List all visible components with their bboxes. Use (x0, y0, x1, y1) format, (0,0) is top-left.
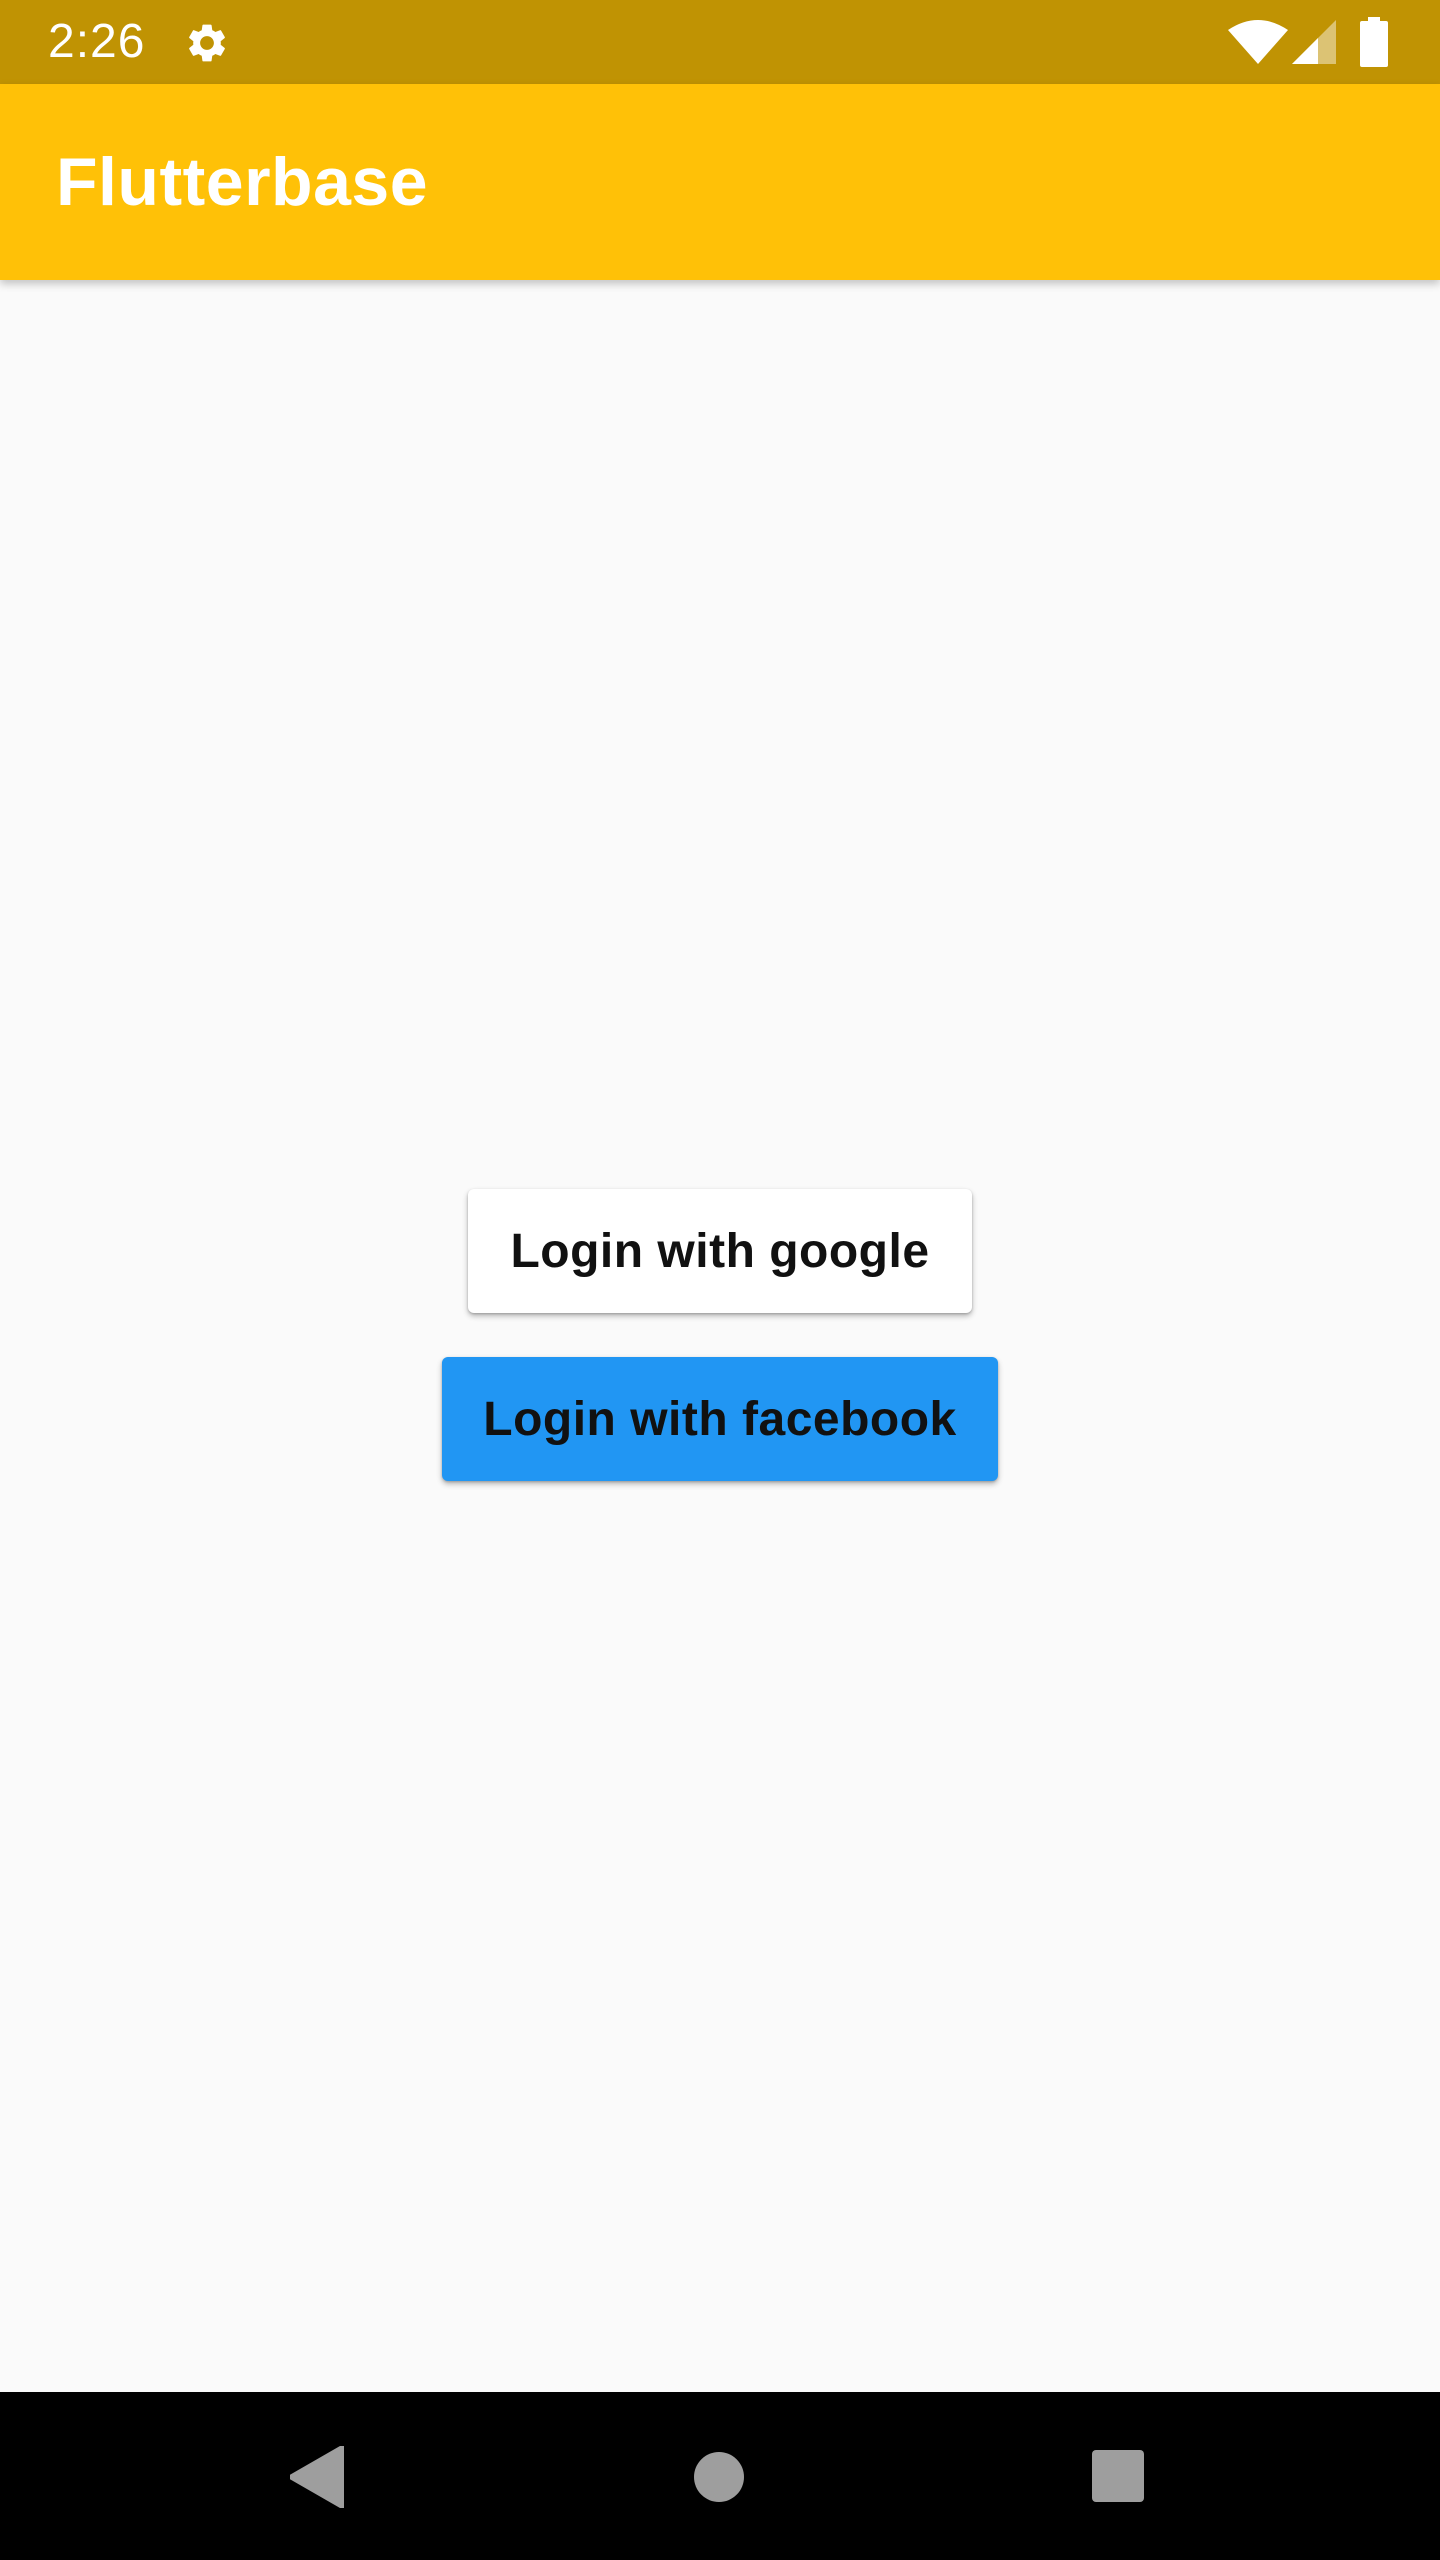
navigation-bar (0, 2392, 1440, 2560)
back-icon[interactable] (290, 2446, 344, 2508)
home-icon[interactable] (694, 2452, 744, 2502)
app-bar: Flutterbase (0, 84, 1440, 280)
battery-icon (1360, 17, 1388, 67)
login-screen: Login with google Login with facebook (0, 280, 1440, 2392)
status-time: 2:26 (48, 15, 146, 68)
gear-icon (189, 24, 225, 62)
cell-signal-icon (1292, 20, 1336, 64)
wifi-icon (1228, 20, 1288, 64)
page-title: Flutterbase (56, 144, 429, 220)
recents-icon[interactable] (1092, 2450, 1144, 2502)
login-facebook-button[interactable]: Login with facebook (442, 1357, 998, 1481)
login-google-button[interactable]: Login with google (468, 1189, 972, 1313)
status-bar: 2:26 (0, 0, 1440, 84)
